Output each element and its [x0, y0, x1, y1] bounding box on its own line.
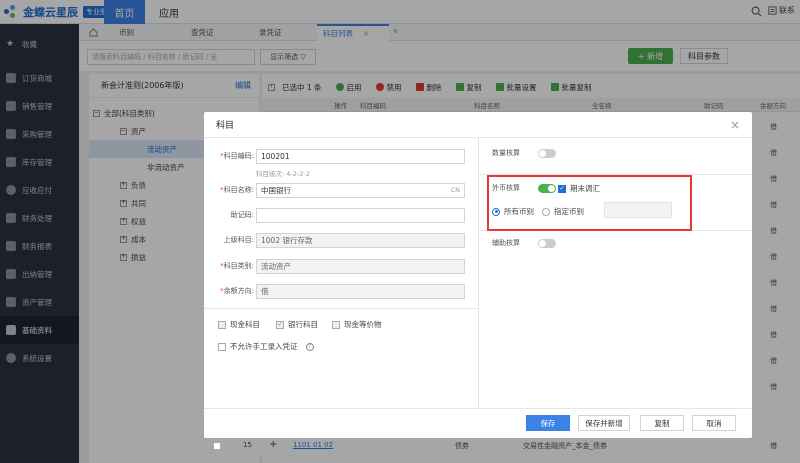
account-dialog: 科目 × *科目编码: 100201 科目级次: 4-2-2-2 *科目名称: … — [204, 112, 752, 438]
direction-label: *余额方向: — [220, 287, 254, 295]
name-value: 中国银行 — [261, 185, 291, 195]
checkbox-icon — [218, 342, 226, 351]
cash-account-checkbox[interactable]: 现金科目 — [218, 319, 260, 330]
row-fullname: 交易性金融资产_本金_债券 — [523, 442, 607, 450]
mnemonic-field[interactable] — [256, 207, 465, 223]
auxiliary-accounting-row: 辅助核算 — [492, 238, 556, 248]
add-row-icon[interactable]: + — [269, 439, 277, 450]
dialog-title: 科目 — [204, 112, 752, 138]
table-row[interactable]: 15 + 1101 01 02 债券 交易性金融资产_本金_债券 借 — [205, 437, 800, 455]
help-icon[interactable]: ? — [305, 342, 314, 351]
direction-field: 借 — [256, 283, 465, 299]
row-code-link[interactable]: 1101 01 02 — [293, 441, 333, 449]
bank-account-checkbox[interactable]: ✓ 银行科目 — [276, 319, 318, 330]
code-level-hint: 科目级次: 4-2-2-2 — [256, 170, 310, 178]
name-field[interactable]: 中国银行 CN — [256, 182, 465, 198]
parent-field: 1002 银行存款 — [256, 232, 465, 248]
copy-button[interactable]: 复制 — [640, 415, 684, 431]
code-label: *科目编码: — [220, 152, 254, 160]
close-icon[interactable]: × — [730, 119, 740, 131]
dialog-left-form: *科目编码: 100201 科目级次: 4-2-2-2 *科目名称: 中国银行 C… — [204, 138, 479, 408]
checkbox-icon — [218, 320, 226, 329]
quantity-accounting-row: 数量核算 — [492, 148, 556, 158]
save-and-new-button[interactable]: 保存并新增 — [578, 415, 630, 431]
row-checkbox[interactable] — [213, 442, 221, 450]
row-name: 债券 — [455, 442, 469, 450]
category-field: 流动资产 — [256, 258, 465, 274]
dialog-footer: 保存 保存并新增 复制 取消 — [204, 408, 752, 438]
row-direction: 借 — [770, 442, 777, 450]
checkbox-icon — [332, 320, 340, 329]
row-number: 15 — [243, 441, 252, 449]
no-manual-entry-checkbox[interactable]: 不允许手工录入凭证? — [218, 341, 314, 352]
mnemonic-label: 助记码: — [230, 211, 254, 219]
highlight-box — [487, 175, 692, 231]
cash-equivalent-checkbox[interactable]: 现金等价物 — [332, 319, 382, 330]
parent-label: 上级科目: — [223, 236, 254, 244]
quantity-toggle[interactable] — [538, 148, 556, 158]
save-button[interactable]: 保存 — [526, 415, 570, 431]
code-field[interactable]: 100201 — [256, 148, 465, 164]
name-label: *科目名称: — [220, 186, 254, 194]
language-switch[interactable]: CN — [451, 184, 460, 197]
auxiliary-toggle[interactable] — [538, 238, 556, 248]
cancel-button[interactable]: 取消 — [692, 415, 736, 431]
checkbox-checked-icon: ✓ — [276, 320, 284, 329]
category-label: *科目类别: — [220, 262, 254, 270]
